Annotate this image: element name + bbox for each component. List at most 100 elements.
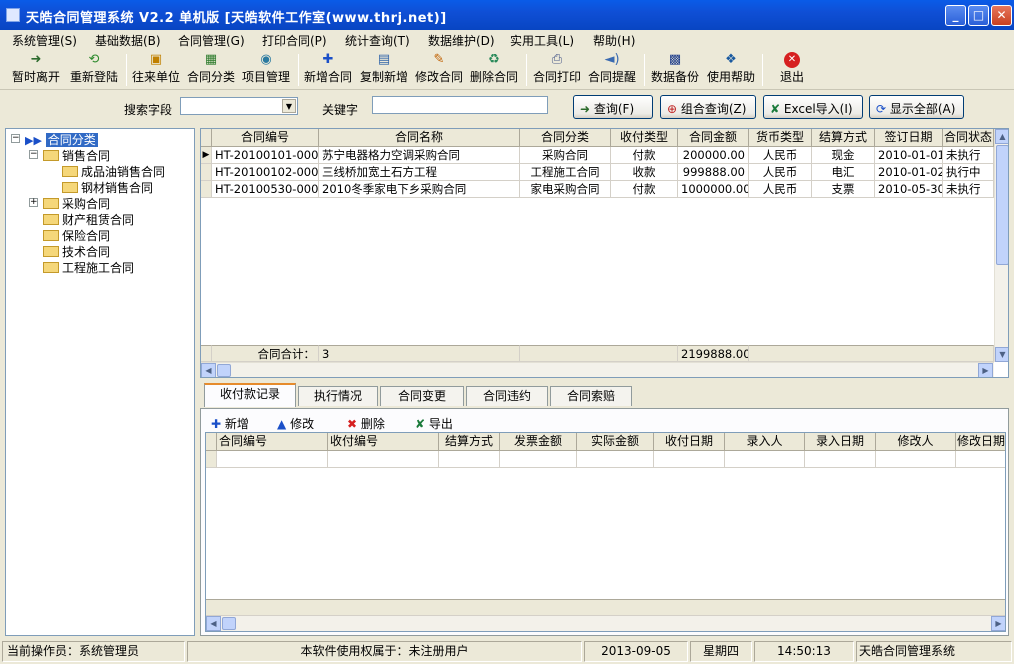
column-header[interactable]: 合同金额 [678,129,749,147]
table-cell[interactable] [956,451,1005,468]
table-cell[interactable]: 人民币 [749,147,812,164]
table-cell[interactable]: 人民币 [749,181,812,198]
backup-button[interactable]: ▩ 数据备份 [651,52,699,85]
menu-contract[interactable]: 合同管理(G) [178,32,245,49]
tab-breach[interactable]: 合同违约 [466,386,548,406]
table-cell[interactable]: 采购合同 [520,147,611,164]
column-header[interactable]: 发票金额 [500,433,577,451]
scroll-thumb[interactable] [222,617,236,630]
table-cell[interactable]: 未执行 [943,147,994,164]
tab-claims[interactable]: 合同索赔 [550,386,632,406]
horizontal-scrollbar[interactable]: ◀ ▶ [206,616,1005,631]
menu-print[interactable]: 打印合同(P) [262,32,327,49]
scroll-right-icon[interactable]: ▶ [991,616,1005,631]
edit-record-button[interactable]: ▲ 修改 [277,415,314,432]
scroll-up-icon[interactable]: ▲ [995,129,1008,144]
column-header[interactable]: 实际金额 [577,433,654,451]
table-cell[interactable] [439,451,500,468]
table-cell[interactable]: 执行中 [943,164,994,181]
table-cell[interactable]: 支票 [812,181,875,198]
edit-contract-button[interactable]: ✎ 修改合同 [415,52,463,85]
column-header[interactable]: 合同分类 [520,129,611,147]
column-header[interactable]: 合同名称 [319,129,520,147]
table-cell[interactable]: 付款 [611,147,678,164]
column-header[interactable]: 结算方式 [439,433,500,451]
column-header[interactable]: 货币类型 [749,129,812,147]
scroll-thumb[interactable] [217,364,231,377]
copy-add-button[interactable]: ▤ 复制新增 [360,52,408,85]
tree-item-sales[interactable]: 销售合同 [43,147,110,164]
chevron-down-icon[interactable]: ▼ [282,99,296,113]
column-header[interactable]: 收付日期 [654,433,725,451]
table-cell[interactable]: HT-20100530-0001 [212,181,319,198]
leave-button[interactable]: ➜ 暂时离开 [12,52,60,85]
table-cell[interactable]: 2010-05-30 [875,181,943,198]
collapse-icon[interactable]: − [11,134,20,143]
scroll-left-icon[interactable]: ◀ [206,616,221,631]
menu-statistics[interactable]: 统计查询(T) [345,32,410,49]
table-cell[interactable]: 2010-01-02 [875,164,943,181]
table-cell[interactable]: HT-20100101-0001 [212,147,319,164]
column-header[interactable]: 修改日期 [956,433,1005,451]
close-button[interactable]: ✕ [991,5,1012,26]
scroll-left-icon[interactable]: ◀ [201,363,216,377]
excel-import-button[interactable]: ✘ Excel导入(I) [763,95,863,119]
column-header[interactable]: 合同编号 [212,129,319,147]
query-button[interactable]: ➜ 查询(F) [573,95,653,119]
collapse-icon[interactable]: − [29,150,38,159]
maximize-button[interactable]: □ [968,5,989,26]
tree-item-purchase[interactable]: 采购合同 [43,195,110,212]
tab-execution[interactable]: 执行情况 [298,386,378,406]
help-button[interactable]: ❖ 使用帮助 [707,52,755,85]
column-header[interactable]: 收付类型 [611,129,678,147]
delete-contract-button[interactable]: ♻ 删除合同 [470,52,518,85]
table-cell[interactable]: 现金 [812,147,875,164]
table-cell[interactable]: 电汇 [812,164,875,181]
contract-grid[interactable]: 合同编号 合同名称 合同分类 收付类型 合同金额 货币类型 结算方式 签订日期 … [200,128,1009,378]
table-cell[interactable]: 2010-01-01 [875,147,943,164]
column-header[interactable]: 录入人 [725,433,805,451]
menu-system[interactable]: 系统管理(S) [12,32,77,49]
table-cell[interactable] [876,451,956,468]
contacts-button[interactable]: ▣ 往来单位 [132,52,180,85]
exit-button[interactable]: ✕ 退出 [780,52,804,85]
table-cell[interactable] [805,451,876,468]
table-cell[interactable]: HT-20100102-0002 [212,164,319,181]
tab-payment-records[interactable]: 收付款记录 [204,383,296,407]
menu-basic-data[interactable]: 基础数据(B) [95,32,161,49]
menu-data-maintenance[interactable]: 数据维护(D) [428,32,495,49]
horizontal-scrollbar[interactable]: ◀ ▶ [201,362,994,377]
table-cell[interactable]: 人民币 [749,164,812,181]
table-cell[interactable] [328,451,439,468]
table-cell[interactable]: 收款 [611,164,678,181]
combo-query-button[interactable]: ⊕ 组合查询(Z) [660,95,756,119]
table-cell[interactable]: 1000000.00 [678,181,749,198]
column-header[interactable]: 修改人 [876,433,956,451]
table-cell[interactable] [500,451,577,468]
table-cell[interactable] [725,451,805,468]
minimize-button[interactable]: _ [945,5,966,26]
scroll-thumb[interactable] [996,145,1008,265]
table-cell[interactable]: 未执行 [943,181,994,198]
table-cell[interactable] [654,451,725,468]
payment-grid[interactable]: 合同编号 收付编号 结算方式 发票金额 实际金额 收付日期 录入人 录入日期 修… [205,432,1006,632]
table-cell[interactable]: 工程施工合同 [520,164,611,181]
menu-tools[interactable]: 实用工具(L) [510,32,574,49]
title-bar[interactable]: 天皓合同管理系统 V2.2 单机版 [天皓软件工作室(www.thrj.net)… [0,0,1014,30]
table-cell[interactable]: 苏宁电器格力空调采购合同 [319,147,520,164]
column-header[interactable]: 结算方式 [812,129,875,147]
tree-item-construction[interactable]: 工程施工合同 [43,259,134,276]
vertical-scrollbar[interactable]: ▲ ▼ [994,129,1008,362]
column-header[interactable]: 合同编号 [217,433,328,451]
table-cell[interactable]: 付款 [611,181,678,198]
scroll-down-icon[interactable]: ▼ [995,347,1008,362]
expand-icon[interactable]: + [29,198,38,207]
project-button[interactable]: ◉ 项目管理 [242,52,290,85]
table-cell[interactable]: 家电采购合同 [520,181,611,198]
table-cell[interactable]: 2010冬季家电下乡采购合同 [319,181,520,198]
scroll-right-icon[interactable]: ▶ [978,363,993,377]
show-all-button[interactable]: ⟳ 显示全部(A) [869,95,964,119]
tree-item-steel-sales[interactable]: 钢材销售合同 [62,179,153,196]
table-cell[interactable] [217,451,328,468]
column-header[interactable]: 合同状态 [943,129,994,147]
